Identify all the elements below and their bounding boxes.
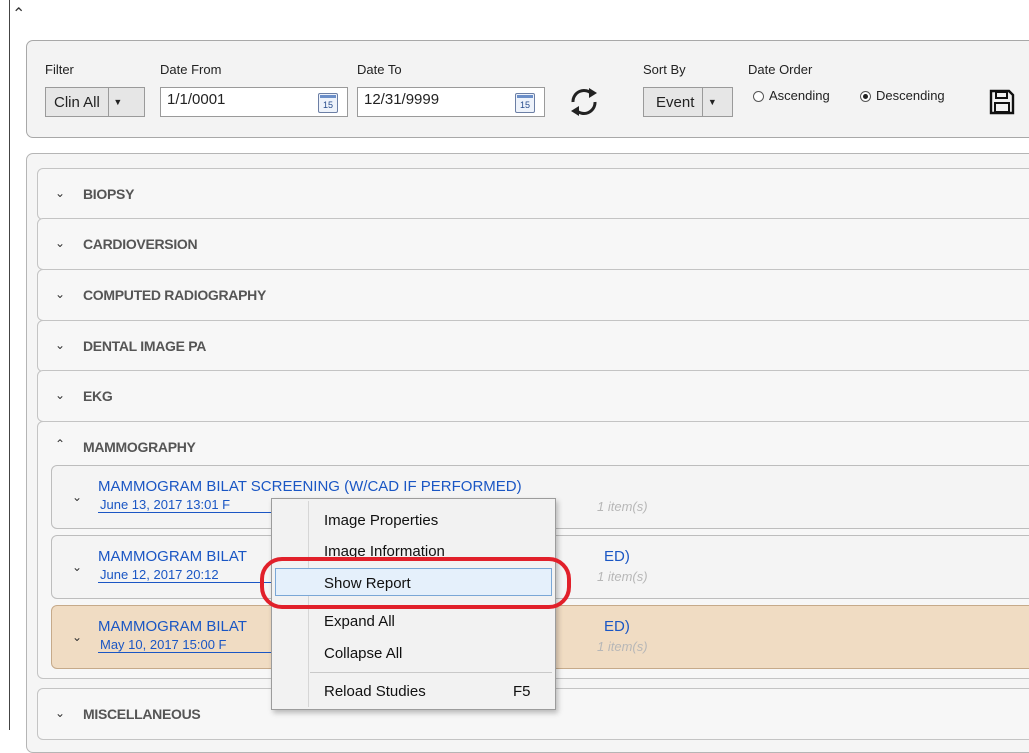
group-computed-radiography[interactable]: ⌄ COMPUTED RADIOGRAPHY xyxy=(37,269,1029,321)
chevron-down-icon[interactable]: ⌄ xyxy=(72,630,82,644)
filter-label: Filter xyxy=(45,62,74,77)
item-count: 1 item(s) xyxy=(597,639,648,654)
descending-label[interactable]: Descending xyxy=(876,88,945,103)
study-title-link[interactable]: MAMMOGRAM BILAT xyxy=(98,618,247,635)
group-title: MAMMOGRAPHY xyxy=(83,439,196,455)
group-biopsy[interactable]: ⌄ BIOPSY xyxy=(37,168,1029,220)
chevron-up-icon[interactable]: ⌃ xyxy=(55,437,65,451)
calendar-icon[interactable]: 15 xyxy=(515,93,535,113)
calendar-day: 15 xyxy=(322,100,333,110)
study-title-link[interactable]: MAMMOGRAM BILAT SCREENING (W/CAD IF PERF… xyxy=(98,478,522,495)
group-title: CARDIOVERSION xyxy=(83,236,198,252)
group-cardioversion[interactable]: ⌄ CARDIOVERSION xyxy=(37,218,1029,270)
date-to-label: Date To xyxy=(357,62,402,77)
chevron-down-icon[interactable]: ⌄ xyxy=(55,706,65,720)
group-dental-image-pa[interactable]: ⌄ DENTAL IMAGE PA xyxy=(37,320,1029,372)
menu-item-expand-all[interactable]: Expand All xyxy=(324,613,395,630)
chevron-down-icon[interactable]: ▼ xyxy=(702,88,721,116)
menu-item-collapse-all[interactable]: Collapse All xyxy=(324,645,402,662)
calendar-day: 15 xyxy=(519,100,530,110)
menu-shortcut-f5: F5 xyxy=(513,683,531,700)
date-from-label: Date From xyxy=(160,62,222,77)
refresh-icon[interactable] xyxy=(565,85,603,119)
chevron-down-icon[interactable]: ⌄ xyxy=(55,236,65,250)
calendar-icon[interactable]: 15 xyxy=(318,93,338,113)
descending-radio[interactable] xyxy=(860,91,871,102)
group-title: COMPUTED RADIOGRAPHY xyxy=(83,287,267,303)
chevron-down-icon[interactable]: ⌄ xyxy=(55,338,65,352)
annotation-highlight-ring xyxy=(260,557,571,609)
filter-dropdown[interactable]: Clin All ▼ xyxy=(45,87,145,117)
collapse-panel-icon[interactable]: ⌃ xyxy=(12,7,25,23)
date-from-value: 1/1/0001 xyxy=(167,91,226,108)
ascending-label[interactable]: Ascending xyxy=(769,88,830,103)
group-title: BIOPSY xyxy=(83,186,135,202)
chevron-down-icon[interactable]: ▼ xyxy=(107,88,127,116)
floppy-disk-icon[interactable] xyxy=(989,89,1015,115)
study-title-tail[interactable]: ED) xyxy=(604,548,630,565)
chevron-down-icon[interactable]: ⌄ xyxy=(55,388,65,402)
group-ekg[interactable]: ⌄ EKG xyxy=(37,370,1029,422)
menu-item-image-properties[interactable]: Image Properties xyxy=(324,512,438,529)
menu-separator xyxy=(310,672,552,673)
chevron-down-icon[interactable]: ⌄ xyxy=(55,186,65,200)
chevron-down-icon[interactable]: ⌄ xyxy=(55,287,65,301)
chevron-down-icon[interactable]: ⌄ xyxy=(72,490,82,504)
sort-by-dropdown[interactable]: Event ▼ xyxy=(643,87,733,117)
study-title-tail[interactable]: ED) xyxy=(604,618,630,635)
window-border xyxy=(9,0,10,730)
sort-by-label: Sort By xyxy=(643,62,686,77)
menu-item-reload-studies[interactable]: Reload Studies xyxy=(324,683,426,700)
filter-dropdown-value: Clin All xyxy=(54,93,100,111)
date-order-label: Date Order xyxy=(748,62,813,77)
ascending-radio[interactable] xyxy=(753,91,764,102)
study-title-link[interactable]: MAMMOGRAM BILAT xyxy=(98,548,247,565)
group-title: DENTAL IMAGE PA xyxy=(83,338,207,354)
date-to-value: 12/31/9999 xyxy=(364,91,440,108)
group-title: MISCELLANEOUS xyxy=(83,706,201,722)
item-count: 1 item(s) xyxy=(597,499,648,514)
sort-by-value: Event xyxy=(656,93,695,111)
chevron-down-icon[interactable]: ⌄ xyxy=(72,560,82,574)
item-count: 1 item(s) xyxy=(597,569,648,584)
group-title: EKG xyxy=(83,388,113,404)
